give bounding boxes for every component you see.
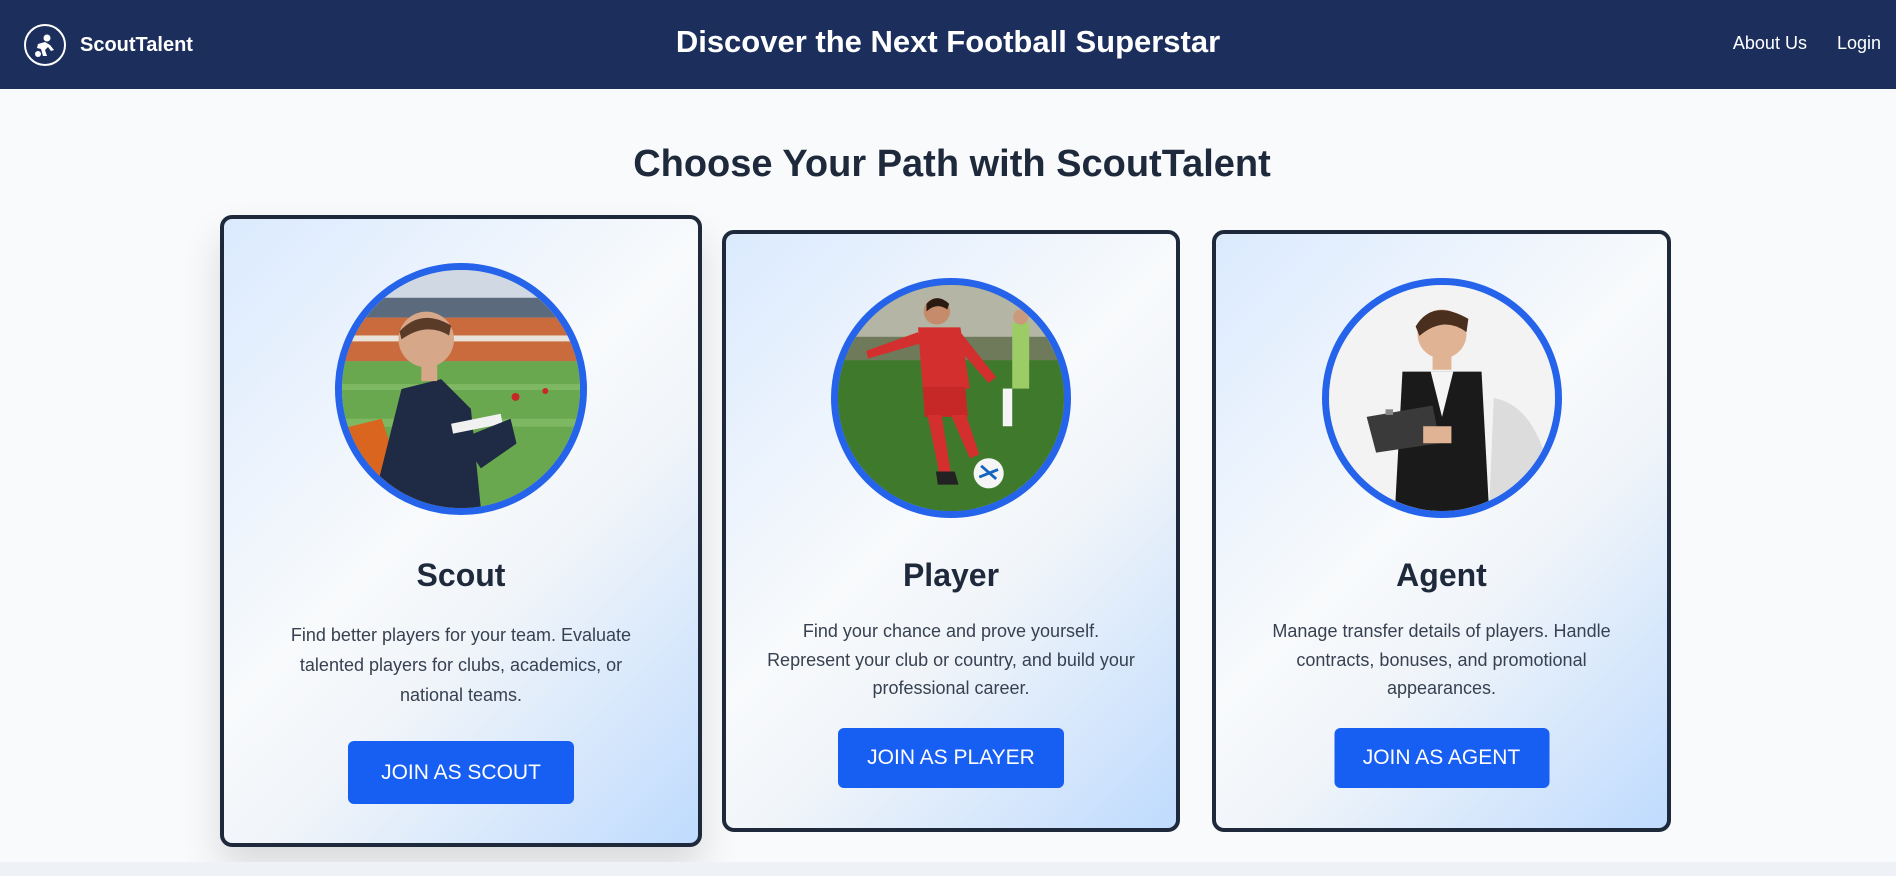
- card-description-player: Find your chance and prove yourself. Rep…: [767, 621, 1135, 698]
- join-as-player-button[interactable]: JOIN AS PLAYER: [838, 728, 1064, 788]
- nav-link-login[interactable]: Login: [1837, 33, 1881, 54]
- player-image: [831, 278, 1071, 518]
- agent-card: Agent Manage transfer details of players…: [1212, 230, 1671, 832]
- nav-link-about-us[interactable]: About Us: [1733, 33, 1807, 54]
- scout-card: Scout Find better players for your team.…: [220, 215, 702, 847]
- card-title-scout: Scout: [416, 557, 506, 593]
- join-as-agent-button[interactable]: JOIN AS AGENT: [1334, 728, 1549, 788]
- agent-image: [1321, 278, 1562, 518]
- page-title: Discover the Next Football Superstar: [675, 24, 1221, 59]
- footer-band: [0, 862, 1896, 876]
- top-navbar: ScoutTalent Discover the Next Football S…: [0, 0, 1896, 89]
- card-description-scout: Find better players for your team. Evalu…: [290, 625, 632, 705]
- nav-links: About Us Login: [1733, 33, 1881, 54]
- card-title-player: Player: [902, 557, 1000, 593]
- scout-image: [335, 263, 587, 515]
- player-card: Player Find your chance and prove yourse…: [722, 230, 1180, 832]
- card-description-agent: Manage transfer details of players. Hand…: [1272, 621, 1611, 698]
- card-title-agent: Agent: [1396, 557, 1487, 593]
- join-as-scout-button[interactable]: JOIN AS SCOUT: [348, 741, 574, 804]
- section-heading: Choose Your Path with ScoutTalent: [633, 143, 1271, 185]
